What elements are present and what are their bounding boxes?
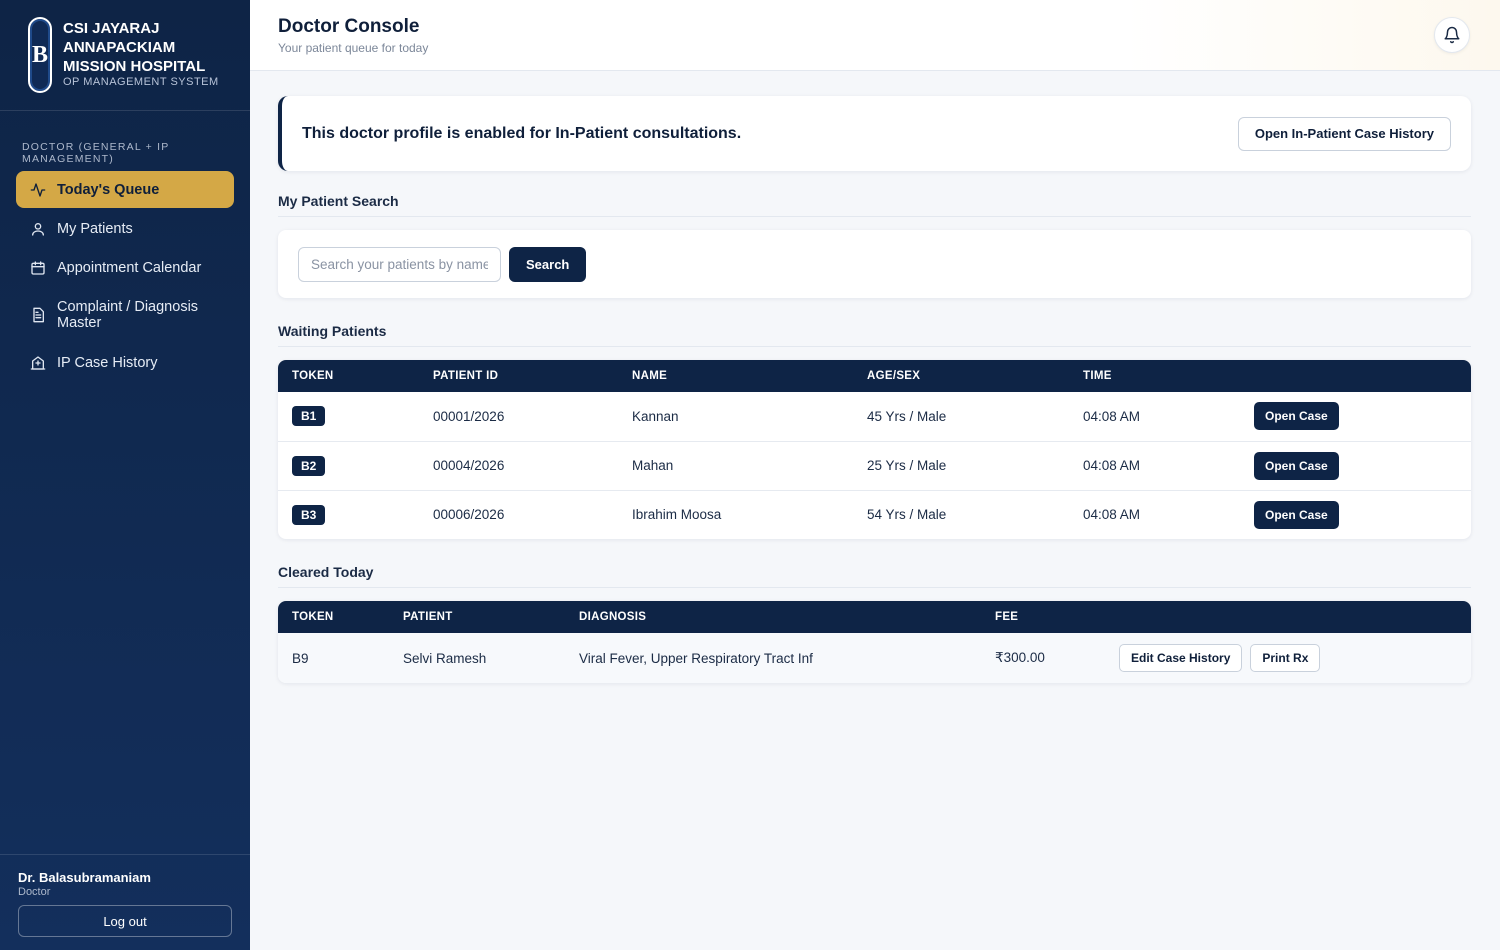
cleared-today-title: Cleared Today <box>278 564 1471 588</box>
main-content: This doctor profile is enabled for In-Pa… <box>278 96 1471 683</box>
calendar-icon <box>30 260 46 276</box>
age-sex-cell: 45 Yrs / Male <box>853 392 1069 442</box>
patient-search-title: My Patient Search <box>278 193 1471 217</box>
open-case-button[interactable]: Open Case <box>1254 402 1339 431</box>
patient-name-cell: Mahan <box>618 441 853 491</box>
sidebar-item-ip-case-history[interactable]: IP Case History <box>16 344 234 381</box>
table-row: B3 00006/2026 Ibrahim Moosa 54 Yrs / Mal… <box>278 490 1471 539</box>
age-sex-cell: 54 Yrs / Male <box>867 507 947 523</box>
open-case-button[interactable]: Open Case <box>1254 451 1339 480</box>
column-header-action <box>1240 360 1471 392</box>
patient-name-cell: Kannan <box>618 392 853 442</box>
search-button[interactable]: Search <box>509 246 587 282</box>
waiting-patients-table: TOKEN PATIENT ID NAME AGE/SEX TIME B1 00… <box>278 360 1471 539</box>
sidebar-item-label: IP Case History <box>57 354 158 371</box>
patient-name-cell: Ibrahim Moosa <box>632 507 722 523</box>
diagnosis-cell: Viral Fever, Upper Respiratory Tract Inf <box>565 633 981 683</box>
sidebar-item-label: Complaint / Diagnosis Master <box>57 299 199 331</box>
patient-search-card: Search <box>278 230 1471 298</box>
hospital-icon <box>30 355 46 371</box>
table-header-row: TOKEN PATIENT DIAGNOSIS FEE <box>278 601 1471 633</box>
user-name: Dr. Balasubramaniam <box>18 870 151 885</box>
hospital-logo: B <box>28 17 52 93</box>
notifications-button[interactable] <box>1434 17 1470 53</box>
role-label: DOCTOR (GENERAL + IP MANAGEMENT) <box>22 141 170 165</box>
column-header-patient: PATIENT <box>403 611 453 623</box>
token-badge: B3 <box>292 504 326 525</box>
column-header-actions <box>1105 601 1471 633</box>
column-header-token: TOKEN <box>292 370 334 382</box>
user-icon <box>30 221 46 237</box>
bell-icon <box>1444 26 1460 44</box>
token-cell: B9 <box>278 633 389 683</box>
table-row: B1 00001/2026 Kannan 45 Yrs / Male 04:08… <box>278 392 1471 442</box>
age-sex-cell: 25 Yrs / Male <box>853 441 1069 491</box>
patient-id-cell: 00004/2026 <box>419 441 618 491</box>
print-rx-button[interactable]: Print Rx <box>1250 644 1321 672</box>
ip-banner: This doctor profile is enabled for In-Pa… <box>278 96 1471 171</box>
open-ip-case-history-button[interactable]: Open In-Patient Case History <box>1237 116 1451 151</box>
cleared-today-table: TOKEN PATIENT DIAGNOSIS FEE B9 Selvi Ram… <box>278 601 1471 683</box>
open-case-button[interactable]: Open Case <box>1254 500 1339 529</box>
sidebar-footer: Dr. Balasubramaniam Doctor Log out <box>0 854 250 950</box>
token-badge: B2 <box>292 455 326 476</box>
hospital-name: CSI JAYARAJ ANNAPACKIAM MISSION HOSPITAL <box>63 20 206 75</box>
sidebar: B CSI JAYARAJ ANNAPACKIAM MISSION HOSPIT… <box>0 0 250 950</box>
brand: B CSI JAYARAJ ANNAPACKIAM MISSION HOSPIT… <box>0 0 250 111</box>
patient-search-input[interactable] <box>298 246 501 282</box>
page-title: Doctor Console <box>278 16 420 37</box>
user-role: Doctor <box>18 886 51 898</box>
sidebar-item-label: Appointment Calendar <box>57 259 202 276</box>
sidebar-item-todays-queue[interactable]: Today's Queue <box>16 171 234 208</box>
patient-name-cell: Selvi Ramesh <box>389 633 565 683</box>
column-header-patient-id: PATIENT ID <box>433 370 499 382</box>
table-row: B2 00004/2026 Mahan 25 Yrs / Male 04:08 … <box>278 441 1471 491</box>
fee-cell: ₹300.00 <box>981 633 1105 683</box>
page-subtitle: Your patient queue for today <box>278 41 429 55</box>
patient-id-cell: 00001/2026 <box>419 392 618 442</box>
edit-case-history-button[interactable]: Edit Case History <box>1119 644 1243 672</box>
sidebar-nav: Today's Queue My Patients Appointment Ca… <box>0 165 250 381</box>
column-header-age-sex: AGE/SEX <box>867 370 921 382</box>
sidebar-item-label: Today's Queue <box>57 181 160 198</box>
page-header: Doctor Console Your patient queue for to… <box>250 0 1500 71</box>
table-header-row: TOKEN PATIENT ID NAME AGE/SEX TIME <box>278 360 1471 392</box>
column-header-diagnosis: DIAGNOSIS <box>579 611 647 623</box>
sidebar-item-appointment-calendar[interactable]: Appointment Calendar <box>16 249 234 286</box>
sidebar-item-my-patients[interactable]: My Patients <box>16 210 234 247</box>
sidebar-item-complaint-diagnosis-master[interactable]: Complaint / Diagnosis Master <box>16 288 234 342</box>
table-row: B9 Selvi Ramesh Viral Fever, Upper Respi… <box>278 633 1471 683</box>
ip-banner-text: This doctor profile is enabled for In-Pa… <box>302 124 742 142</box>
patient-id-cell: 00006/2026 <box>433 507 505 523</box>
system-subtitle: OP MANAGEMENT SYSTEM <box>63 76 219 88</box>
document-icon <box>30 307 46 323</box>
sidebar-item-label: My Patients <box>57 220 133 237</box>
time-cell: 04:08 AM <box>1069 392 1240 442</box>
column-header-name: NAME <box>632 370 668 382</box>
time-cell: 04:08 AM <box>1083 507 1141 523</box>
token-badge: B1 <box>292 406 326 427</box>
activity-icon <box>30 182 46 198</box>
column-header-fee: FEE <box>995 611 1019 623</box>
time-cell: 04:08 AM <box>1069 441 1240 491</box>
waiting-patients-title: Waiting Patients <box>278 323 1471 347</box>
column-header-token: TOKEN <box>292 611 334 623</box>
logout-button[interactable]: Log out <box>18 905 232 937</box>
column-header-time: TIME <box>1083 370 1112 382</box>
